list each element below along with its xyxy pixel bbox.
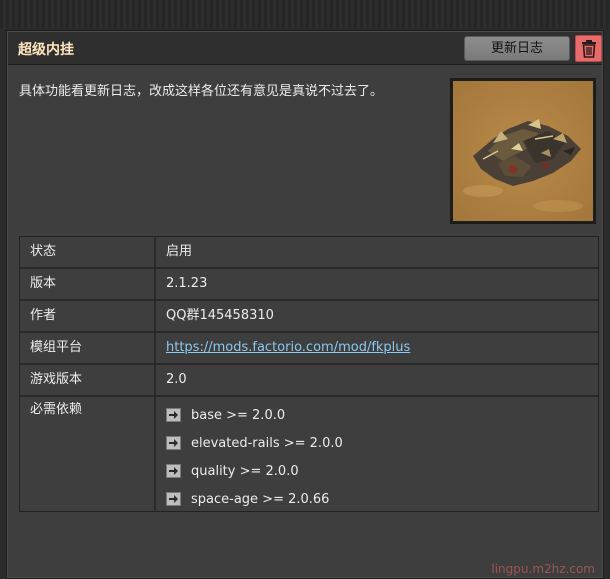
mod-portal-label: 模组平台 (20, 333, 156, 363)
mod-title: 超级内挂 (18, 42, 74, 58)
mod-description: 具体功能看更新日志，改成这样各位还有意见是真说不过去了。 (19, 84, 384, 99)
mod-details-panel: 超级内挂 更新日志 具体功能看更新日志，改成这样各位还有意见是真说不过去了。 状… (6, 30, 604, 579)
arrow-right-icon (166, 464, 181, 478)
dependency-item[interactable]: space-age >= 2.0.66 (166, 485, 588, 513)
dependency-text: quality >= 2.0.0 (191, 463, 299, 479)
dependency-text: space-age >= 2.0.66 (191, 491, 330, 507)
dependency-text: elevated-rails >= 2.0.0 (191, 435, 343, 451)
arrow-right-icon (166, 492, 181, 506)
arrow-right-icon (166, 436, 181, 450)
mod-info-table: 状态 启用 版本 2.1.23 作者 QQ群145458310 模组平台 htt… (19, 236, 599, 512)
dependency-item[interactable]: base >= 2.0.0 (166, 401, 588, 429)
author-value: QQ群145458310 (156, 301, 598, 331)
watermark-text: lingpu.m2hz.com (491, 562, 595, 576)
table-row: 状态 启用 (20, 237, 598, 269)
table-row: 游戏版本 2.0 (20, 365, 598, 397)
top-strip (0, 0, 610, 28)
dependency-item[interactable]: elevated-rails >= 2.0.0 (166, 429, 588, 457)
trash-icon (582, 40, 596, 58)
changelog-button[interactable]: 更新日志 (464, 36, 570, 61)
version-label: 版本 (20, 269, 156, 299)
delete-button[interactable] (575, 35, 602, 62)
mod-thumbnail (450, 78, 596, 224)
state-value: 启用 (156, 237, 598, 267)
table-row: 必需依赖 base >= 2.0.0 elevated-rails >= 2.0… (20, 397, 598, 511)
dependencies-label: 必需依赖 (20, 397, 156, 511)
mod-portal-link[interactable]: https://mods.factorio.com/mod/fkplus (166, 340, 410, 355)
mod-portal-value: https://mods.factorio.com/mod/fkplus (156, 333, 598, 363)
author-label: 作者 (20, 301, 156, 331)
dependency-item[interactable]: quality >= 2.0.0 (166, 457, 588, 485)
table-row: 版本 2.1.23 (20, 269, 598, 301)
panel-titlebar: 超级内挂 更新日志 (8, 32, 602, 65)
dependencies-list: base >= 2.0.0 elevated-rails >= 2.0.0 qu… (156, 397, 598, 511)
table-row: 作者 QQ群145458310 (20, 301, 598, 333)
game-version-value: 2.0 (156, 365, 598, 395)
game-version-label: 游戏版本 (20, 365, 156, 395)
arrow-right-icon (166, 408, 181, 422)
state-label: 状态 (20, 237, 156, 267)
table-row: 模组平台 https://mods.factorio.com/mod/fkplu… (20, 333, 598, 365)
dependency-text: base >= 2.0.0 (191, 407, 286, 423)
version-value: 2.1.23 (156, 269, 598, 299)
